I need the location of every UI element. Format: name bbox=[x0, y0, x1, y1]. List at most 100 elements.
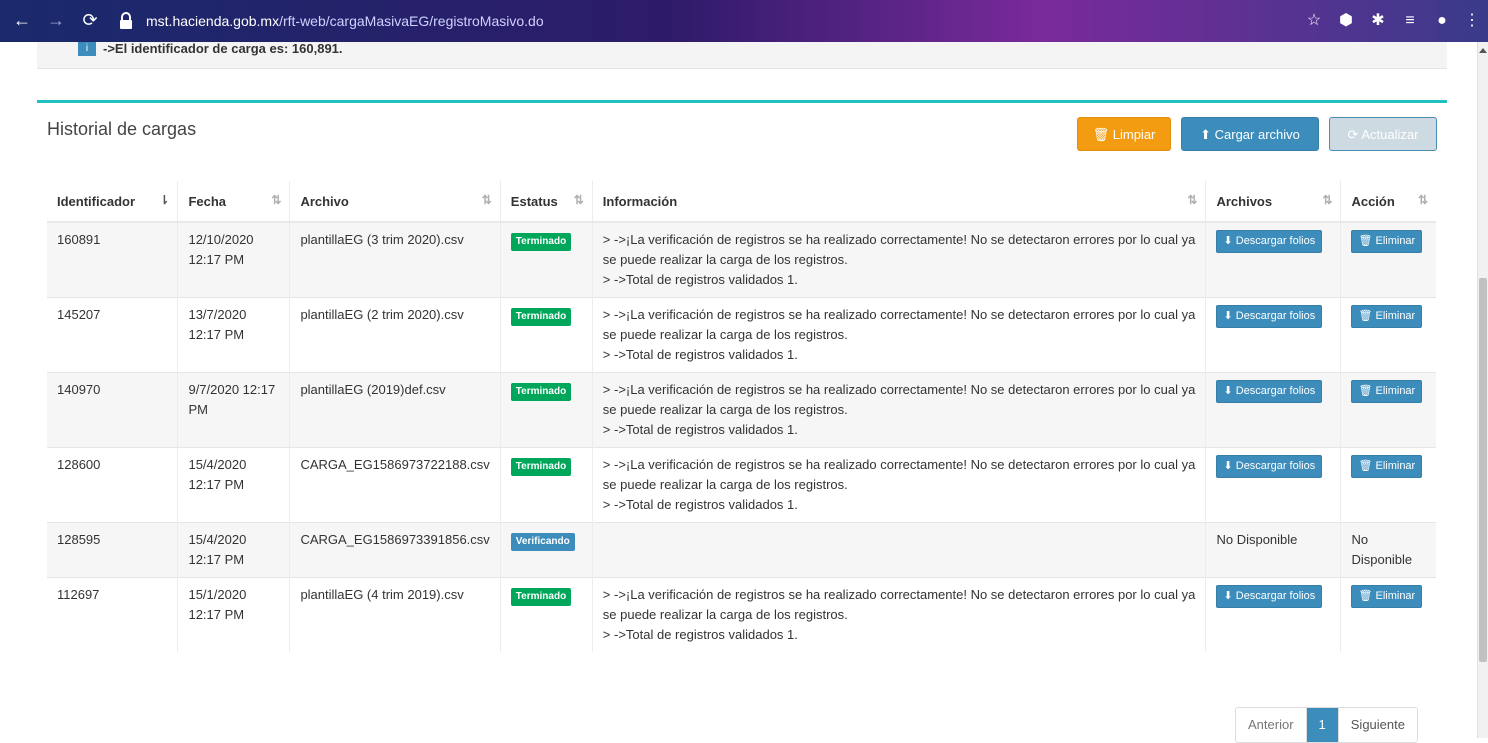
page-scrollbar[interactable] bbox=[1477, 42, 1488, 738]
delete-button[interactable]: 🗑 Eliminar bbox=[1351, 455, 1423, 478]
header-estatus[interactable]: Estatus ⇅ bbox=[499, 181, 593, 223]
download-icon: ⬇ bbox=[1223, 235, 1233, 247]
unavailable-text: No Disponible bbox=[1351, 532, 1413, 567]
trash-icon: 🗑 bbox=[1358, 235, 1373, 247]
table-row: 145207 13/7/2020 12:17 PM plantillaEG (2… bbox=[47, 297, 1436, 373]
sort-icon: ⇅ bbox=[271, 193, 282, 207]
cell-estatus: Terminado bbox=[499, 297, 593, 373]
table-row: 128595 15/4/2020 12:17 PM CARGA_EG158697… bbox=[47, 522, 1436, 578]
cell-informacion: > ->¡La verificación de registros se ha … bbox=[591, 372, 1206, 448]
sort-icon: ⇅ bbox=[481, 193, 492, 207]
table-row: 128600 15/4/2020 12:17 PM CARGA_EG158697… bbox=[47, 447, 1436, 523]
cell-informacion: > ->¡La verificación de registros se ha … bbox=[591, 447, 1206, 523]
table-row: 140970 9/7/2020 12:17 PM plantillaEG (20… bbox=[47, 372, 1436, 448]
cell-archivo: CARGA_EG1586973391856.csv bbox=[289, 522, 501, 578]
pagination-next[interactable]: Siguiente bbox=[1338, 708, 1417, 742]
cell-id: 128600 bbox=[47, 447, 178, 523]
reading-list-icon[interactable]: ≡ bbox=[1400, 11, 1420, 31]
header-archivos[interactable]: Archivos ⇅ bbox=[1205, 181, 1341, 223]
info-line: > ->Total de registros validados 1. bbox=[602, 422, 798, 437]
info-icon: i bbox=[78, 42, 96, 56]
cell-estatus: Terminado bbox=[499, 372, 593, 448]
cell-fecha: 13/7/2020 12:17 PM bbox=[177, 297, 290, 373]
status-badge: Terminado bbox=[510, 233, 572, 251]
cell-archivo: CARGA_EG1586973722188.csv bbox=[289, 447, 501, 523]
info-line: > ->¡La verificación de registros se ha … bbox=[602, 457, 1196, 492]
page-content: i ->El identificador de carga es: 160,89… bbox=[0, 41, 1478, 743]
cell-archivos: No Disponible bbox=[1205, 522, 1341, 578]
header-identificador[interactable]: Identificador ⇂ bbox=[47, 181, 178, 223]
download-folios-button[interactable]: ⬇ Descargar folios bbox=[1216, 230, 1323, 253]
address-bar[interactable]: mst.hacienda.gob.mx/rft-web/cargaMasivaE… bbox=[110, 6, 1340, 36]
cell-estatus: Terminado bbox=[499, 447, 593, 523]
cell-accion: 🗑 Eliminar bbox=[1340, 221, 1436, 298]
download-icon: ⬇ bbox=[1223, 310, 1233, 322]
cell-archivo: plantillaEG (2019)def.csv bbox=[289, 372, 501, 448]
shield-icon[interactable]: ⬢ bbox=[1336, 11, 1356, 31]
header-archivo[interactable]: Archivo ⇅ bbox=[289, 181, 501, 223]
upload-icon: ⬆ bbox=[1200, 127, 1211, 142]
cell-id: 160891 bbox=[47, 221, 178, 298]
cell-informacion bbox=[591, 522, 1206, 578]
alert-message: ->El identificador de carga es: 160,891. bbox=[103, 41, 343, 56]
sort-desc-icon: ⇂ bbox=[159, 193, 170, 207]
cell-archivo: plantillaEG (4 trim 2019).csv bbox=[289, 577, 501, 652]
cell-accion: No Disponible bbox=[1340, 522, 1436, 578]
trash-icon: 🗑 bbox=[1358, 460, 1373, 472]
info-line: > ->Total de registros validados 1. bbox=[602, 497, 798, 512]
header-accion[interactable]: Acción ⇅ bbox=[1340, 181, 1436, 223]
cell-informacion: > ->¡La verificación de registros se ha … bbox=[591, 577, 1206, 652]
cell-archivos: ⬇ Descargar folios bbox=[1205, 577, 1341, 652]
download-folios-button[interactable]: ⬇ Descargar folios bbox=[1216, 380, 1323, 403]
table-row: 112697 15/1/2020 12:17 PM plantillaEG (4… bbox=[47, 577, 1436, 652]
status-badge: Terminado bbox=[510, 308, 572, 326]
pagination-page-1[interactable]: 1 bbox=[1305, 708, 1339, 742]
download-folios-button[interactable]: ⬇ Descargar folios bbox=[1216, 455, 1323, 478]
scroll-thumb[interactable] bbox=[1479, 278, 1487, 662]
cell-fecha: 9/7/2020 12:17 PM bbox=[177, 372, 290, 448]
delete-button[interactable]: 🗑 Eliminar bbox=[1351, 305, 1423, 328]
status-badge: Terminado bbox=[510, 458, 572, 476]
info-line: > ->¡La verificación de registros se ha … bbox=[602, 232, 1196, 267]
download-icon: ⬇ bbox=[1223, 590, 1233, 602]
star-icon[interactable]: ☆ bbox=[1304, 11, 1324, 31]
profile-icon[interactable]: ● bbox=[1432, 11, 1452, 31]
puzzle-icon[interactable]: ✱ bbox=[1368, 11, 1388, 31]
reload-icon[interactable]: ⟳ bbox=[80, 10, 100, 30]
status-badge: Verificando bbox=[510, 533, 575, 551]
history-panel: Historial de cargas 🗑 Limpiar ⬆ Cargar a… bbox=[37, 100, 1447, 743]
upload-file-button[interactable]: ⬆ Cargar archivo bbox=[1181, 117, 1319, 151]
sort-icon: ⇅ bbox=[573, 193, 584, 207]
cell-accion: 🗑 Eliminar bbox=[1340, 577, 1436, 652]
cell-id: 140970 bbox=[47, 372, 178, 448]
delete-button[interactable]: 🗑 Eliminar bbox=[1351, 380, 1423, 403]
download-folios-button[interactable]: ⬇ Descargar folios bbox=[1216, 305, 1323, 328]
pagination-prev[interactable]: Anterior bbox=[1236, 708, 1306, 742]
cell-estatus: Terminado bbox=[499, 577, 593, 652]
refresh-icon: ⟳ bbox=[1347, 127, 1359, 142]
info-line: > ->Total de registros validados 1. bbox=[602, 347, 798, 362]
scroll-up-icon[interactable] bbox=[1479, 48, 1487, 53]
header-informacion[interactable]: Información ⇅ bbox=[591, 181, 1206, 223]
back-icon[interactable]: ← bbox=[12, 10, 32, 30]
delete-button[interactable]: 🗑 Eliminar bbox=[1351, 585, 1423, 608]
cell-accion: 🗑 Eliminar bbox=[1340, 447, 1436, 523]
cell-id: 128595 bbox=[47, 522, 178, 578]
sort-icon: ⇅ bbox=[1322, 193, 1333, 207]
trash-icon: 🗑 bbox=[1358, 310, 1373, 322]
browser-toolbar: ← → ⟳ mst.hacienda.gob.mx/rft-web/cargaM… bbox=[0, 0, 1488, 42]
header-fecha[interactable]: Fecha ⇅ bbox=[177, 181, 290, 223]
menu-icon[interactable]: ⋮ bbox=[1462, 11, 1482, 31]
cell-fecha: 15/1/2020 12:17 PM bbox=[177, 577, 290, 652]
cell-fecha: 12/10/2020 12:17 PM bbox=[177, 221, 290, 298]
panel-title: Historial de cargas bbox=[47, 119, 197, 139]
table-row: 160891 12/10/2020 12:17 PM plantillaEG (… bbox=[47, 221, 1436, 298]
cell-id: 112697 bbox=[47, 577, 178, 652]
uploads-table: Identificador ⇂ Fecha ⇅ Archivo ⇅ Estatus ⇅ … bbox=[47, 181, 1436, 652]
clear-button[interactable]: 🗑 Limpiar bbox=[1077, 117, 1171, 151]
cell-archivos: ⬇ Descargar folios bbox=[1205, 447, 1341, 523]
delete-button[interactable]: 🗑 Eliminar bbox=[1351, 230, 1423, 253]
refresh-button[interactable]: ⟳ Actualizar bbox=[1329, 117, 1437, 151]
forward-icon[interactable]: → bbox=[46, 10, 66, 30]
download-folios-button[interactable]: ⬇ Descargar folios bbox=[1216, 585, 1323, 608]
